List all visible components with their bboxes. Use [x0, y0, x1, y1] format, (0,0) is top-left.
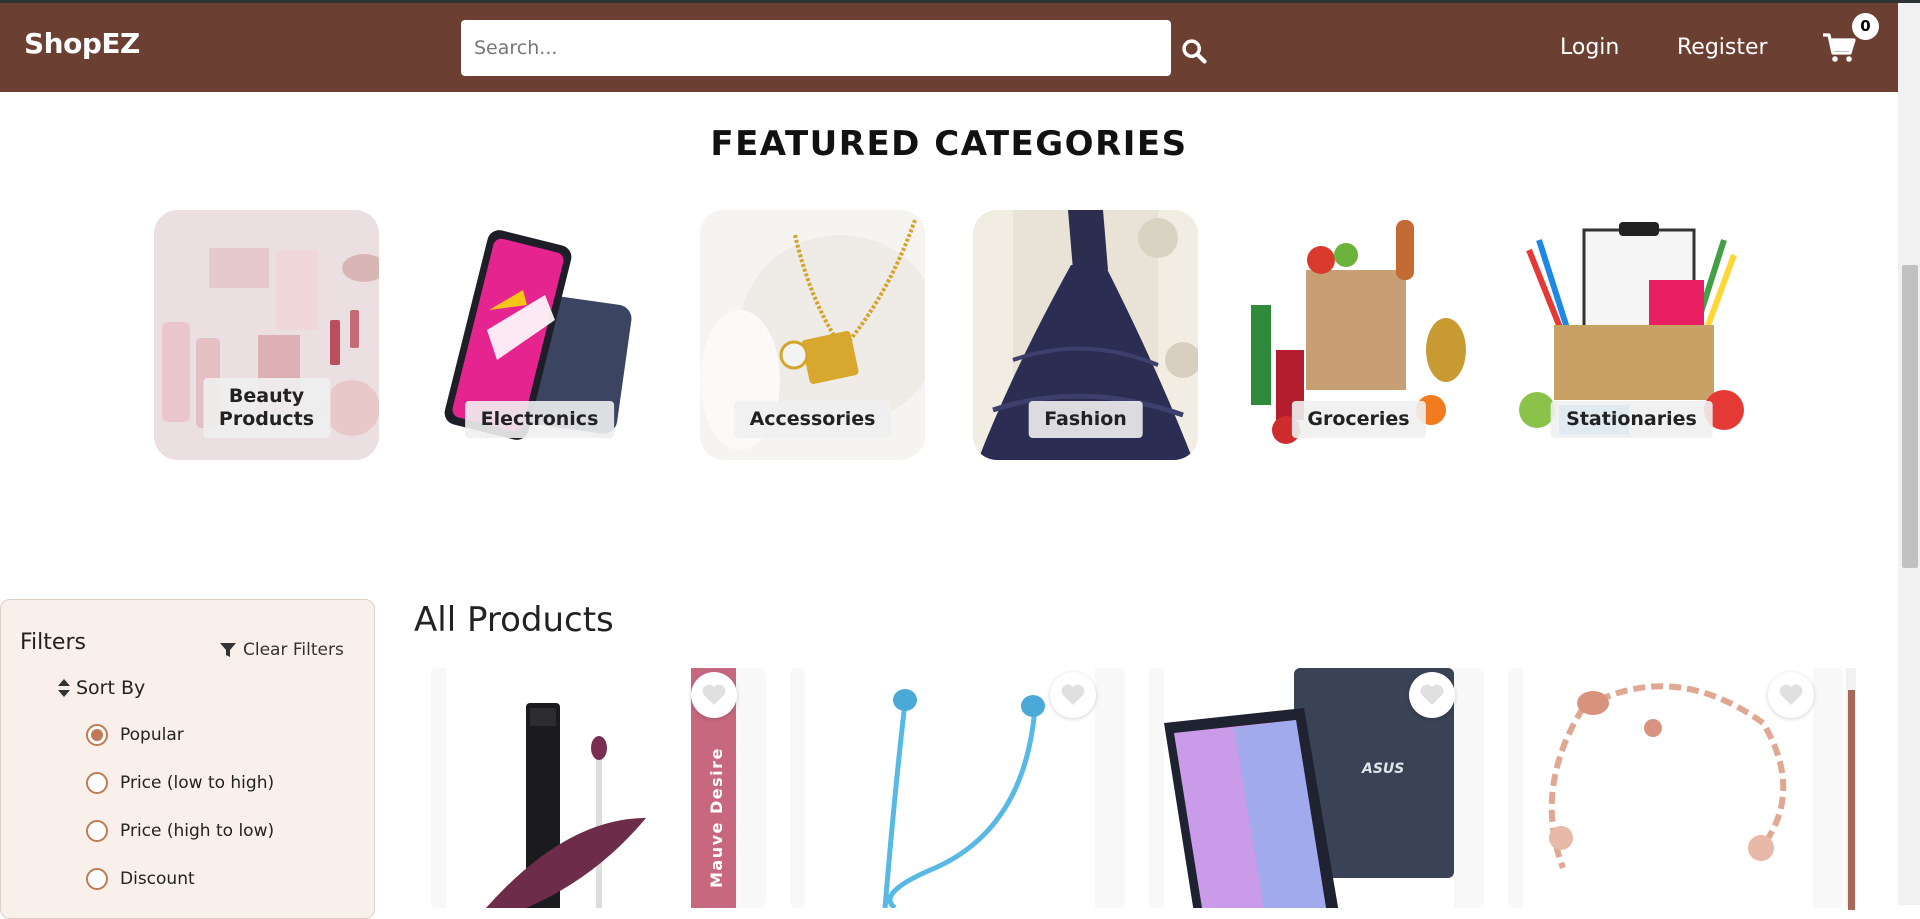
- product-card[interactable]: [1508, 668, 1843, 908]
- register-link[interactable]: Register: [1677, 35, 1768, 60]
- sort-radio-popular[interactable]: [86, 724, 108, 746]
- search-icon[interactable]: [1180, 37, 1208, 65]
- category-label: Accessories: [733, 401, 892, 438]
- category-electronics[interactable]: Electronics: [427, 210, 652, 460]
- clear-filters-button[interactable]: Clear Filters: [219, 640, 344, 660]
- sort-radio-price-low-high[interactable]: [86, 772, 108, 794]
- all-products-title: All Products: [414, 600, 614, 640]
- category-accessories[interactable]: Accessories: [700, 210, 925, 460]
- wishlist-button[interactable]: [1409, 672, 1455, 718]
- category-label: Stationaries: [1550, 401, 1713, 438]
- brand-logo[interactable]: ShopEZ: [24, 27, 140, 60]
- heart-icon: [1420, 684, 1444, 705]
- product-card[interactable]: [790, 668, 1125, 908]
- page-scrollbar-thumb[interactable]: [1902, 265, 1918, 568]
- category-label: Electronics: [464, 401, 615, 438]
- sort-option-price-low-high[interactable]: Price (low to high): [86, 772, 274, 794]
- cart-icon[interactable]: [1822, 32, 1856, 64]
- category-fashion[interactable]: Fashion: [973, 210, 1198, 460]
- sort-option-label: Discount: [120, 869, 195, 889]
- cart-count-badge: 0: [1852, 13, 1879, 40]
- wishlist-button[interactable]: [691, 672, 737, 718]
- search-input[interactable]: [461, 20, 1171, 76]
- heart-icon: [1061, 684, 1085, 705]
- sort-option-popular[interactable]: Popular: [86, 724, 184, 746]
- category-stationaries[interactable]: Stationaries: [1519, 210, 1744, 460]
- category-label: Groceries: [1291, 401, 1426, 438]
- heart-icon: [702, 684, 726, 705]
- sort-radio-price-high-low[interactable]: [86, 820, 108, 842]
- products-scrollbar-thumb[interactable]: [1848, 690, 1855, 910]
- wishlist-button[interactable]: [1050, 672, 1096, 718]
- category-label: Beauty Products: [202, 378, 331, 438]
- filter-icon: [220, 643, 236, 657]
- wishlist-button[interactable]: [1768, 672, 1814, 718]
- sort-option-label: Popular: [120, 725, 184, 745]
- category-groceries[interactable]: Groceries: [1246, 210, 1471, 460]
- sort-option-price-high-low[interactable]: Price (high to low): [86, 820, 274, 842]
- product-card[interactable]: ASUS: [1149, 668, 1484, 908]
- category-beauty-products[interactable]: Beauty Products: [154, 210, 379, 460]
- login-link[interactable]: Login: [1560, 35, 1619, 60]
- sort-option-label: Price (low to high): [120, 773, 275, 793]
- filters-title: Filters: [20, 630, 86, 655]
- product-banner-text: Mauve Desire: [707, 747, 726, 888]
- featured-categories-title: FEATURED CATEGORIES: [710, 124, 1188, 164]
- clear-filters-label: Clear Filters: [243, 640, 344, 660]
- product-card[interactable]: Mauve Desire: [431, 668, 766, 908]
- category-label: Fashion: [1028, 401, 1143, 438]
- sort-radio-discount[interactable]: [86, 868, 108, 890]
- sort-by-heading: Sort By: [57, 677, 145, 699]
- navbar: ShopEZ Login Register: [0, 3, 1898, 92]
- sort-icon: [58, 679, 70, 697]
- filters-panel: Filters Clear Filters Sort By Popular Pr…: [0, 599, 375, 919]
- sort-option-discount[interactable]: Discount: [86, 868, 195, 890]
- heart-icon: [1779, 684, 1803, 705]
- sort-by-label: Sort By: [76, 677, 146, 699]
- laptop-brand-text: ASUS: [1361, 761, 1404, 777]
- sort-option-label: Price (high to low): [120, 821, 275, 841]
